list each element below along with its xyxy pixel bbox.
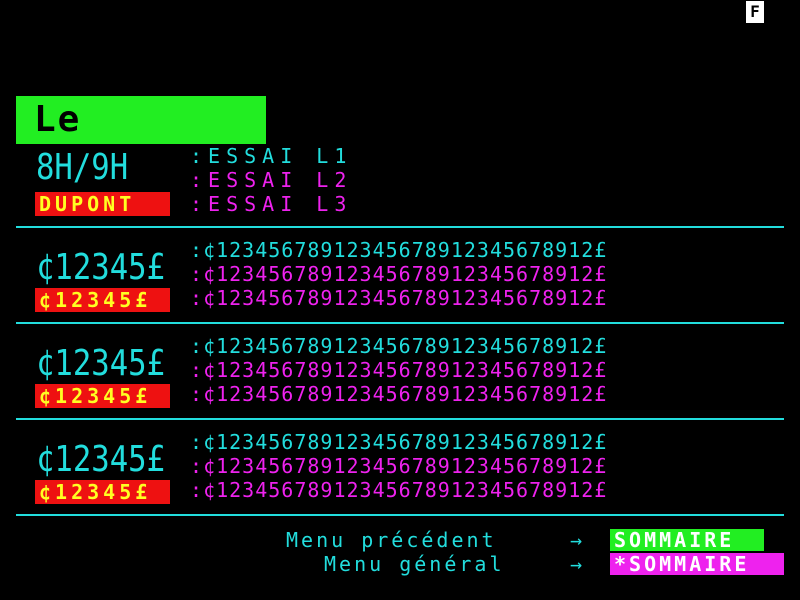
- left-border: [0, 0, 16, 600]
- prev-menu-label: Menu précédent: [286, 528, 497, 552]
- block-big-value: ¢12345£: [36, 439, 165, 480]
- essai-line-2: :ESSAI L2: [190, 168, 353, 192]
- page-title: Le Dimanche: [16, 96, 266, 188]
- separator: [16, 418, 784, 420]
- arrow-right-icon: →: [570, 528, 586, 552]
- block-big-value: ¢12345£: [36, 247, 165, 288]
- block-line: :¢12345678912345678912345678912£: [190, 454, 608, 478]
- separator: [16, 226, 784, 228]
- block-big-value: ¢12345£: [36, 343, 165, 384]
- block-badge: ¢12345£: [35, 480, 170, 504]
- block-line: :¢12345678912345678912345678912£: [190, 286, 608, 310]
- block-line: :¢12345678912345678912345678912£: [190, 430, 608, 454]
- status-indicator-f: F: [746, 1, 764, 23]
- block-line: :¢12345678912345678912345678912£: [190, 262, 608, 286]
- block-badge: ¢12345£: [35, 384, 170, 408]
- block-line: :¢12345678912345678912345678912£: [190, 478, 608, 502]
- block-line: :¢12345678912345678912345678912£: [190, 382, 608, 406]
- sommaire-button[interactable]: SOMMAIRE: [610, 529, 764, 551]
- essai-line-1: :ESSAI L1: [190, 144, 353, 168]
- general-sommaire-button[interactable]: *SOMMAIRE: [610, 553, 784, 575]
- right-border: [784, 0, 800, 600]
- separator: [16, 514, 784, 516]
- general-menu-label: Menu général: [324, 552, 505, 576]
- block-line: :¢12345678912345678912345678912£: [190, 358, 608, 382]
- block-line: :¢12345678912345678912345678912£: [190, 238, 608, 262]
- essai-line-3: :ESSAI L3: [190, 192, 353, 216]
- separator: [16, 322, 784, 324]
- time-range: 8H/9H: [36, 147, 129, 188]
- arrow-right-icon: →: [570, 552, 586, 576]
- block-line: :¢12345678912345678912345678912£: [190, 334, 608, 358]
- name-badge: DUPONT: [35, 192, 170, 216]
- block-badge: ¢12345£: [35, 288, 170, 312]
